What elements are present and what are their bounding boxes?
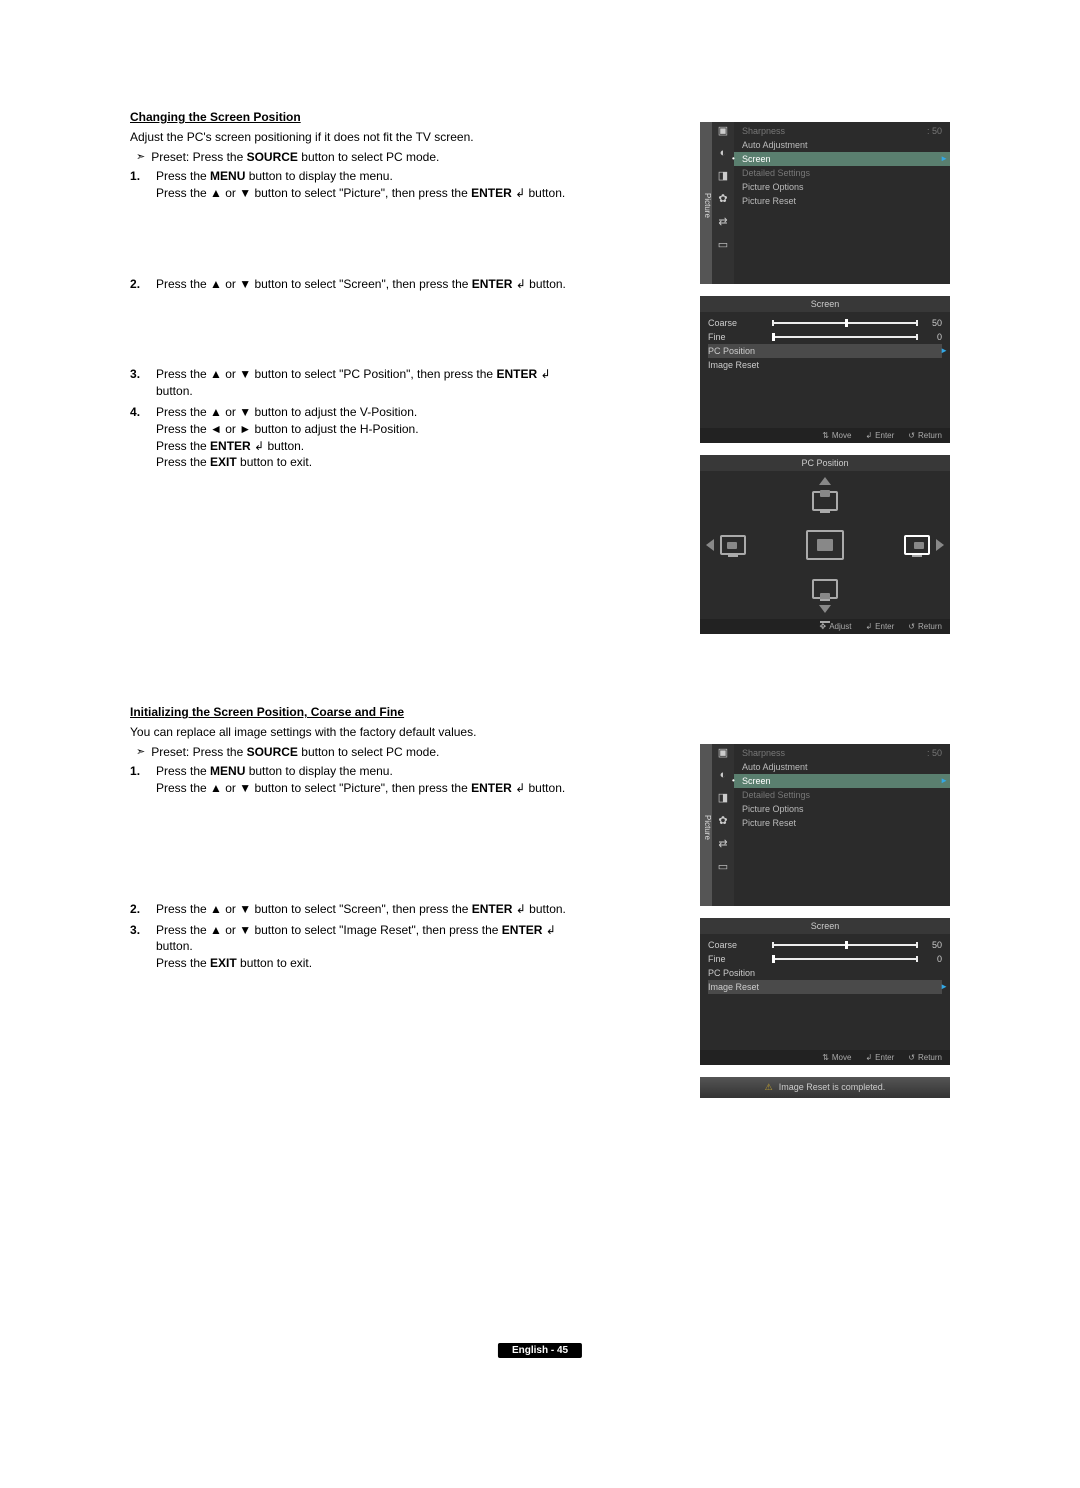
screen-imagereset[interactable]: Image Reset (708, 358, 942, 372)
preset-arrow-icon: ➣ (136, 150, 145, 163)
pos-preview-bottom (812, 579, 838, 599)
input-icon: ⇄ (718, 837, 727, 850)
setup-icon: ✿ (718, 814, 727, 827)
page-number: English - 45 (498, 1343, 582, 1358)
arrow-up-icon[interactable] (819, 477, 831, 485)
osd-picture-menu: Picture ▣ ◐ ◨ ✿ ⇄ ▭ Sharpness: 50 Auto A… (700, 744, 950, 906)
arrow-right-icon[interactable] (936, 539, 944, 551)
osd-icon-strip: ▣ ◐ ◨ ✿ ⇄ ▭ (712, 122, 734, 284)
osd-screenshots-2: Picture ▣ ◐ ◨ ✿ ⇄ ▭ Sharpness: 50 Auto A… (700, 744, 950, 1098)
menu-item-options: Picture Options (734, 180, 950, 194)
osd-picture-menu: Picture ▣ ◐ ◨ ✿ ⇄ ▭ Sharpness: 50 Auto A… (700, 122, 950, 284)
section2-title: Initializing the Screen Position, Coarse… (130, 705, 950, 719)
osd-pcposition: PC Position Adjust Enter Return (700, 455, 950, 634)
enter-icon: ↲ (542, 923, 555, 937)
fine-slider[interactable] (772, 958, 918, 960)
pos-preview-left (720, 535, 746, 555)
enter-icon: ↲ (512, 902, 529, 916)
screen-pcposition[interactable]: PC Position (708, 966, 942, 980)
pos-preview-center (806, 530, 844, 560)
step-2: Press the ▲ or ▼ button to select "Scree… (130, 276, 570, 363)
fine-slider[interactable] (772, 336, 918, 338)
app-icon: ▭ (718, 238, 728, 251)
section2-steps: Press the MENU button to display the men… (130, 763, 570, 972)
menu-item-options: Picture Options (734, 802, 950, 816)
coarse-slider[interactable] (772, 322, 918, 324)
channel-icon: ◨ (718, 791, 728, 804)
step-3: Press the ▲ or ▼ button to select "Image… (130, 922, 570, 972)
screen-title: Screen (700, 918, 950, 934)
picture-icon: ▣ (718, 124, 728, 137)
menu-item-detailed: Detailed Settings (734, 788, 950, 802)
screen-title: Screen (700, 296, 950, 312)
menu-item-autoadj: Auto Adjustment (734, 138, 950, 152)
menu-item-autoadj: Auto Adjustment (734, 760, 950, 774)
hint-enter: Enter (865, 1053, 894, 1062)
picture-tab: Picture (700, 122, 712, 284)
osd-screen-menu: Screen Coarse 50 Fine 0 PC Position Imag… (700, 918, 950, 1065)
pos-preview-top (812, 491, 838, 511)
screen-fine[interactable]: Fine 0 (708, 330, 942, 344)
enter-icon: ↲ (512, 277, 529, 291)
step-4: Press the ▲ or ▼ button to adjust the V-… (130, 404, 570, 471)
hint-enter: Enter (865, 431, 894, 440)
arrow-left-icon[interactable] (706, 539, 714, 551)
screen-fine[interactable]: Fine 0 (708, 952, 942, 966)
sound-icon: ◐ (720, 769, 727, 781)
app-icon: ▭ (718, 860, 728, 873)
osd-toast-reset: Image Reset is completed. (700, 1077, 950, 1098)
menu-item-sharpness: Sharpness: 50 (734, 746, 950, 760)
enter-icon: ↲ (512, 781, 529, 795)
screen-coarse[interactable]: Coarse 50 (708, 938, 942, 952)
osd-hints: Move Enter Return (700, 1050, 950, 1065)
input-icon: ⇄ (718, 215, 727, 228)
section1-steps: Press the MENU button to display the men… (130, 168, 570, 471)
osd-icon-strip: ▣ ◐ ◨ ✿ ⇄ ▭ (712, 744, 734, 906)
hint-move: Move (822, 431, 851, 440)
step-2: Press the ▲ or ▼ button to select "Scree… (130, 901, 570, 918)
hint-return: Return (908, 622, 942, 631)
osd-screen-menu: Screen Coarse 50 Fine 0 PC Position Imag… (700, 296, 950, 443)
menu-item-picreset: Picture Reset (734, 194, 950, 208)
step-3: Press the ▲ or ▼ button to select "PC Po… (130, 366, 570, 400)
enter-icon: ↲ (512, 186, 529, 200)
pos-preview-right (904, 535, 930, 555)
screen-coarse[interactable]: Coarse 50 (708, 316, 942, 330)
picture-tab: Picture (700, 744, 712, 906)
menu-item-detailed: Detailed Settings (734, 166, 950, 180)
osd-hints: Move Enter Return (700, 428, 950, 443)
sound-icon: ◐ (720, 147, 727, 159)
enter-icon: ↲ (537, 367, 550, 381)
hint-return: Return (908, 1053, 942, 1062)
step-1: Press the MENU button to display the men… (130, 168, 570, 272)
hint-move: Move (822, 1053, 851, 1062)
hint-enter: Enter (865, 622, 894, 631)
menu-item-screen[interactable]: Screen (734, 774, 950, 788)
preset-arrow-icon: ➣ (136, 745, 145, 758)
hint-adjust: Adjust (820, 622, 852, 631)
enter-icon: ↲ (251, 439, 268, 453)
menu-item-sharpness: Sharpness: 50 (734, 124, 950, 138)
menu-item-screen[interactable]: Screen (734, 152, 950, 166)
menu-item-picreset: Picture Reset (734, 816, 950, 830)
pcposition-title: PC Position (700, 455, 950, 471)
screen-imagereset[interactable]: Image Reset (708, 980, 942, 994)
setup-icon: ✿ (718, 192, 727, 205)
picture-icon: ▣ (718, 746, 728, 759)
channel-icon: ◨ (718, 169, 728, 182)
coarse-slider[interactable] (772, 944, 918, 946)
hint-return: Return (908, 431, 942, 440)
step-1: Press the MENU button to display the men… (130, 763, 570, 897)
screen-pcposition[interactable]: PC Position (708, 344, 942, 358)
osd-screenshots-1: Picture ▣ ◐ ◨ ✿ ⇄ ▭ Sharpness: 50 Auto A… (700, 122, 950, 634)
arrow-down-icon[interactable] (819, 605, 831, 613)
section2-intro: You can replace all image settings with … (130, 725, 950, 739)
